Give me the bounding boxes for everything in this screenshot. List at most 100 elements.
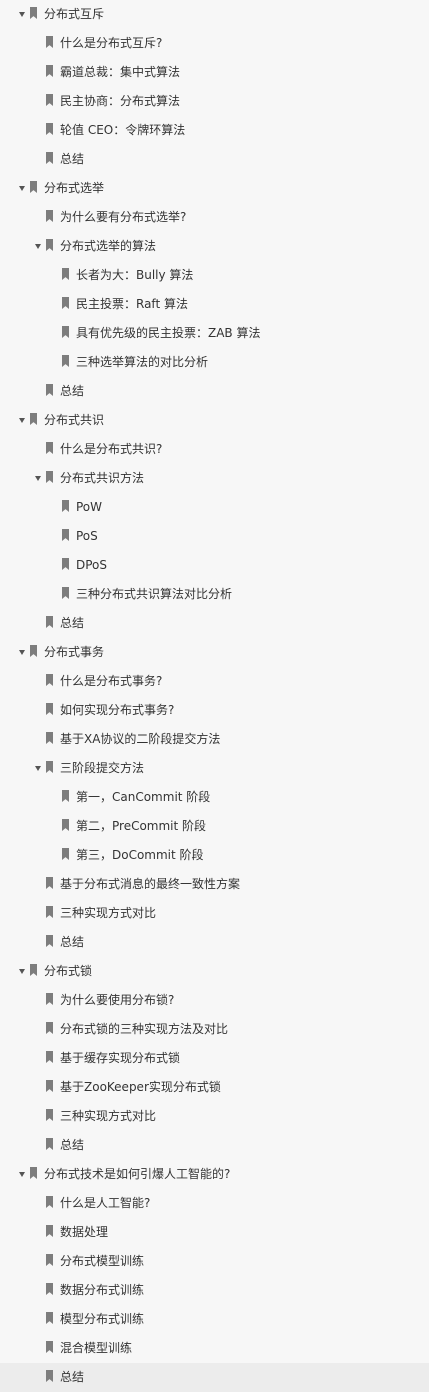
- bookmark-icon: [62, 297, 69, 309]
- outline-item-label: 分布式模型训练: [60, 1254, 145, 1268]
- outline-item[interactable]: 分布式事务: [0, 638, 429, 667]
- outline-item[interactable]: 模型分布式训练: [0, 1305, 429, 1334]
- bookmark-icon: [46, 1341, 53, 1353]
- outline-item[interactable]: 如何实现分布式事务?: [0, 696, 429, 725]
- outline-item-label: 分布式互斥: [44, 7, 105, 21]
- outline-item[interactable]: 分布式选举的算法: [0, 232, 429, 261]
- outline-item-label: 第一，CanCommit 阶段: [76, 790, 211, 804]
- expand-caret-icon[interactable]: [35, 244, 41, 249]
- bookmark-icon: [46, 442, 53, 454]
- outline-item-label: 数据分布式训练: [60, 1283, 145, 1297]
- bookmark-icon: [30, 645, 37, 657]
- bookmark-icon: [62, 500, 69, 512]
- outline-item-label: 三种实现方式对比: [60, 1109, 157, 1123]
- outline-item[interactable]: 总结: [0, 1131, 429, 1160]
- outline-item[interactable]: PoW: [0, 493, 429, 522]
- outline-item[interactable]: 三种分布式共识算法对比分析: [0, 580, 429, 609]
- bookmark-icon: [46, 674, 53, 686]
- outline-item[interactable]: 什么是人工智能?: [0, 1189, 429, 1218]
- outline-item[interactable]: 基于ZooKeeper实现分布式锁: [0, 1073, 429, 1102]
- outline-item[interactable]: 什么是分布式事务?: [0, 667, 429, 696]
- outline-item-label: 总结: [60, 384, 85, 398]
- outline-item[interactable]: 数据分布式训练: [0, 1276, 429, 1305]
- outline-item[interactable]: 什么是分布式互斥?: [0, 29, 429, 58]
- outline-item[interactable]: 数据处理: [0, 1218, 429, 1247]
- outline-item-label: DPoS: [76, 558, 108, 572]
- outline-item[interactable]: 具有优先级的民主投票：ZAB 算法: [0, 319, 429, 348]
- outline-item[interactable]: 总结: [0, 145, 429, 174]
- outline-item[interactable]: 霸道总裁：集中式算法: [0, 58, 429, 87]
- outline-item[interactable]: 为什么要使用分布锁?: [0, 986, 429, 1015]
- outline-item-label: 如何实现分布式事务?: [60, 703, 175, 717]
- outline-item-label: 分布式共识方法: [60, 471, 145, 485]
- bookmark-icon: [46, 761, 53, 773]
- outline-item[interactable]: 总结: [0, 928, 429, 957]
- outline-item[interactable]: 轮值 CEO：令牌环算法: [0, 116, 429, 145]
- bookmark-icon: [46, 703, 53, 715]
- outline-item[interactable]: PoS: [0, 522, 429, 551]
- bookmark-icon: [46, 1196, 53, 1208]
- outline-item[interactable]: 三种实现方式对比: [0, 899, 429, 928]
- outline-item[interactable]: 分布式锁的三种实现方法及对比: [0, 1015, 429, 1044]
- outline-tree: 分布式互斥什么是分布式互斥? 霸道总裁：集中式算法 民主协商：分布式算法轮值 CEO…: [0, 0, 429, 1392]
- bookmark-icon: [62, 790, 69, 802]
- outline-item[interactable]: 混合模型训练: [0, 1334, 429, 1363]
- expand-caret-icon[interactable]: [35, 476, 41, 481]
- outline-item[interactable]: 分布式锁: [0, 957, 429, 986]
- outline-item[interactable]: 分布式共识方法: [0, 464, 429, 493]
- outline-item[interactable]: 基于缓存实现分布式锁: [0, 1044, 429, 1073]
- bookmark-icon: [46, 94, 53, 106]
- outline-item[interactable]: 总结: [0, 377, 429, 406]
- outline-item[interactable]: 长者为大：Bully 算法: [0, 261, 429, 290]
- outline-item[interactable]: 分布式共识: [0, 406, 429, 435]
- outline-item-label: 三种分布式共识算法对比分析: [76, 587, 233, 601]
- expand-caret-icon[interactable]: [35, 766, 41, 771]
- outline-item-label: 总结: [60, 152, 85, 166]
- expand-caret-icon[interactable]: [19, 186, 25, 191]
- outline-item-label: 总结: [60, 616, 85, 630]
- outline-item[interactable]: 三种选举算法的对比分析: [0, 348, 429, 377]
- bookmark-icon: [46, 1283, 53, 1295]
- outline-item[interactable]: 民主协商：分布式算法: [0, 87, 429, 116]
- bookmark-icon: [46, 1370, 53, 1382]
- expand-caret-icon[interactable]: [19, 1172, 25, 1177]
- outline-item[interactable]: 分布式技术是如何引爆人工智能的?: [0, 1160, 429, 1189]
- bookmark-icon: [30, 964, 37, 976]
- bookmark-icon: [62, 326, 69, 338]
- outline-item[interactable]: 什么是分布式共识?: [0, 435, 429, 464]
- outline-item[interactable]: 基于分布式消息的最终一致性方案: [0, 870, 429, 899]
- outline-item-label: 三种实现方式对比: [60, 906, 157, 920]
- outline-item-label: 轮值 CEO：令牌环算法: [60, 123, 186, 137]
- bookmark-icon: [62, 268, 69, 280]
- outline-item[interactable]: 第一，CanCommit 阶段: [0, 783, 429, 812]
- outline-item[interactable]: 三阶段提交方法: [0, 754, 429, 783]
- outline-item-label: 分布式锁的三种实现方法及对比: [60, 1022, 229, 1036]
- outline-item[interactable]: 分布式选举: [0, 174, 429, 203]
- bookmark-icon: [46, 935, 53, 947]
- outline-item[interactable]: 三种实现方式对比: [0, 1102, 429, 1131]
- bookmark-icon: [46, 152, 53, 164]
- outline-item[interactable]: 第二，PreCommit 阶段: [0, 812, 429, 841]
- outline-item-label: 第二，PreCommit 阶段: [76, 819, 207, 833]
- outline-item-label: PoS: [76, 529, 98, 543]
- outline-item-label: 分布式技术是如何引爆人工智能的?: [44, 1167, 231, 1181]
- expand-caret-icon[interactable]: [19, 650, 25, 655]
- bookmark-icon: [46, 1254, 53, 1266]
- outline-item[interactable]: 基于XA协议的二阶段提交方法: [0, 725, 429, 754]
- outline-item[interactable]: DPoS: [0, 551, 429, 580]
- outline-item-label: 什么是分布式共识?: [60, 442, 163, 456]
- outline-item[interactable]: 总结: [0, 1363, 429, 1392]
- expand-caret-icon[interactable]: [19, 12, 25, 17]
- expand-caret-icon[interactable]: [19, 969, 25, 974]
- outline-item[interactable]: 民主投票：Raft 算法: [0, 290, 429, 319]
- bookmark-icon: [46, 1225, 53, 1237]
- outline-item[interactable]: 分布式互斥: [0, 0, 429, 29]
- outline-item[interactable]: 总结: [0, 609, 429, 638]
- outline-item[interactable]: 第三，DoCommit 阶段: [0, 841, 429, 870]
- outline-item-label: 总结: [60, 1370, 85, 1384]
- bookmark-icon: [62, 848, 69, 860]
- outline-item[interactable]: 分布式模型训练: [0, 1247, 429, 1276]
- outline-item[interactable]: 为什么要有分布式选举?: [0, 203, 429, 232]
- bookmark-icon: [46, 65, 53, 77]
- expand-caret-icon[interactable]: [19, 418, 25, 423]
